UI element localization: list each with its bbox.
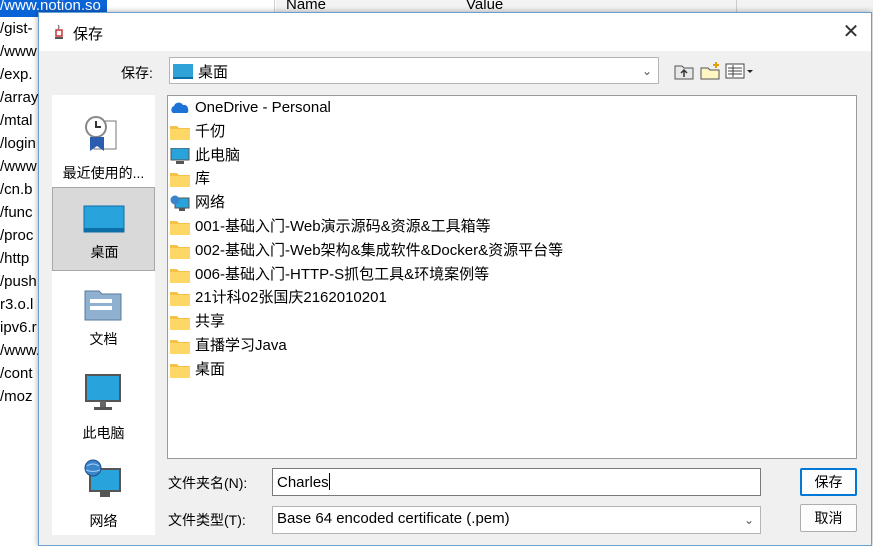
filetype-value: Base 64 encoded certificate (.pem) xyxy=(277,510,510,527)
chevron-down-icon: ⌄ xyxy=(743,513,754,527)
filetype-select[interactable]: Base 64 encoded certificate (.pem) ⌄ xyxy=(272,506,761,534)
save-dialog: 保存 ✕ 保存: 桌面 ⌄ 最近使用的... 桌面 文档 此电脑 网络 OneD… xyxy=(38,12,872,546)
background-url-row: ipv6.r xyxy=(0,319,37,336)
file-name: 002-基础入门-Web架构&集成软件&Docker&资源平台等 xyxy=(195,241,564,259)
place-label: 最近使用的... xyxy=(62,165,145,181)
folder-icon xyxy=(170,340,190,354)
background-url-row: /cont xyxy=(0,365,33,382)
file-name: 006-基础入门-HTTP-S抓包工具&环境案例等 xyxy=(195,265,490,283)
background-url-row: /push xyxy=(0,273,37,290)
computer-icon xyxy=(170,147,190,164)
file-name: 网络 xyxy=(195,194,226,212)
place-recent[interactable]: 最近使用的... xyxy=(52,105,155,185)
place-label: 文档 xyxy=(89,331,118,347)
background-url-row: /array xyxy=(0,89,39,106)
onedrive-icon xyxy=(171,102,189,113)
background-url-row: /func xyxy=(0,204,33,221)
background-url-row: /http xyxy=(0,250,30,267)
save-in-label: 保存: xyxy=(121,65,153,81)
file-name: 直播学习Java xyxy=(195,337,287,354)
file-name: 21计科02张国庆2162010201 xyxy=(195,289,387,307)
background-url-row: /proc xyxy=(0,227,34,244)
background-url-row: /cn.b xyxy=(0,181,33,198)
filetype-label: 文件类型(T): xyxy=(168,512,246,528)
dialog-title: 保存 xyxy=(73,26,104,43)
folder-icon xyxy=(170,268,190,283)
view-menu-icon[interactable] xyxy=(725,61,755,81)
new-folder-icon[interactable] xyxy=(699,61,721,81)
folder-icon xyxy=(170,363,190,378)
save-button[interactable]: 保存 xyxy=(800,468,857,496)
place-label: 网络 xyxy=(89,513,118,529)
background-url-row: r3.o.l xyxy=(0,296,34,313)
file-name: 千仞 xyxy=(195,122,226,140)
background-url-row: /moz xyxy=(0,388,33,405)
dialog-titlebar: 保存 ✕ xyxy=(39,13,871,51)
java-icon xyxy=(55,24,63,39)
computer-icon xyxy=(85,374,121,410)
background-url-row: /exp. xyxy=(0,66,33,83)
folder-icon xyxy=(170,173,190,188)
recent-icon xyxy=(85,116,117,151)
folder-icon xyxy=(170,292,190,307)
place-label: 桌面 xyxy=(90,244,119,260)
documents-icon xyxy=(84,290,122,321)
background-url-row: /www xyxy=(0,43,37,60)
network-icon xyxy=(170,195,190,212)
place-documents[interactable]: 文档 xyxy=(52,277,155,357)
close-icon: ✕ xyxy=(842,21,860,43)
file-name: 库 xyxy=(195,170,211,188)
text-caret xyxy=(328,473,330,490)
file-name: 共享 xyxy=(195,313,226,331)
folder-icon xyxy=(170,221,190,235)
place-desktop[interactable]: 桌面 xyxy=(52,187,155,271)
place-label: 此电脑 xyxy=(82,425,125,441)
file-name: 此电脑 xyxy=(195,146,241,164)
desktop-icon xyxy=(173,64,193,79)
file-list: OneDrive - Personal 千仞此电脑库网络 001-基础入门-Web演… xyxy=(167,95,857,459)
background-url-row: /gist- xyxy=(0,20,33,37)
folder-icon xyxy=(170,244,190,259)
folder-icon xyxy=(170,316,190,331)
place-computer[interactable]: 此电脑 xyxy=(52,367,155,447)
desktop-icon xyxy=(83,205,125,233)
filename-input[interactable]: Charles xyxy=(272,468,761,496)
network-icon xyxy=(84,459,121,497)
file-name: 桌面 xyxy=(195,360,226,378)
save-in-value: 桌面 xyxy=(198,64,229,81)
save-in-select[interactable]: 桌面 ⌄ xyxy=(169,57,659,84)
background-url-row: /mtal xyxy=(0,112,33,129)
place-network[interactable]: 网络 xyxy=(52,457,155,533)
cancel-button[interactable]: 取消 xyxy=(800,504,857,532)
filename-label: 文件夹名(N): xyxy=(168,475,248,491)
close-button[interactable]: ✕ xyxy=(837,19,865,45)
background-url-row: /www xyxy=(0,158,37,175)
up-folder-icon[interactable] xyxy=(673,61,695,81)
filename-value: Charles xyxy=(277,473,330,491)
chevron-down-icon: ⌄ xyxy=(641,64,652,78)
background-url-row: /login xyxy=(0,135,36,152)
folder-icon xyxy=(170,125,190,140)
places-bar: 最近使用的... 桌面 文档 此电脑 网络 xyxy=(52,95,155,535)
file-name: 001-基础入门-Web演示源码&资源&工具箱等 xyxy=(195,218,491,235)
background-url-row: /www. xyxy=(0,342,41,359)
file-name: OneDrive - Personal xyxy=(195,99,331,116)
